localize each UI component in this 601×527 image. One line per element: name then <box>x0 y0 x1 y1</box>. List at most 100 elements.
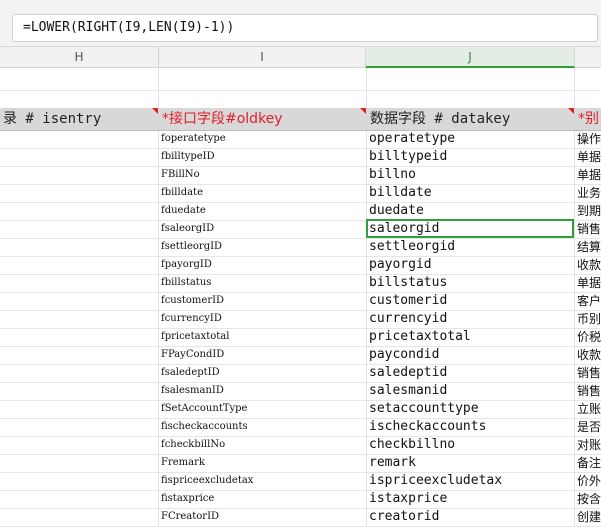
header-cell-oldkey[interactable]: *接口字段#oldkey <box>159 108 366 130</box>
cell-i[interactable]: fsalesmanID <box>161 382 224 400</box>
cell-k[interactable]: 到期 <box>577 202 601 220</box>
cell-k[interactable]: 币别 <box>577 310 601 328</box>
cell-k[interactable]: 单据 <box>577 148 601 166</box>
table-row: fistaxprice istaxprice 按含 <box>0 490 601 509</box>
cell-i[interactable]: fcheckbillNo <box>161 436 225 454</box>
table-row: fischeckaccounts ischeckaccounts 是否 <box>0 418 601 437</box>
cell-k[interactable]: 价税 <box>577 328 601 346</box>
cell-i[interactable]: fbilltypeID <box>161 148 215 166</box>
table-row: FPayCondID paycondid 收款 <box>0 346 601 365</box>
selected-cell-indicator <box>366 219 574 238</box>
cell-k[interactable]: 按含 <box>577 490 601 508</box>
cell-j[interactable]: ispriceexcludetax <box>369 472 502 490</box>
cell-j[interactable]: paycondid <box>369 346 439 364</box>
cell-j[interactable]: checkbillno <box>369 436 455 454</box>
cell-j[interactable]: pricetaxtotal <box>369 328 471 346</box>
cell-i[interactable]: fpricetaxtotal <box>161 328 229 346</box>
cell-k[interactable]: 备注 <box>577 454 601 472</box>
cell-i[interactable]: fsettleorgID <box>161 238 222 256</box>
cell-i[interactable]: fbilldate <box>161 184 203 202</box>
comment-marker-icon <box>360 108 366 114</box>
column-header-j[interactable]: J <box>366 47 575 68</box>
cell-j[interactable]: billdate <box>369 184 432 202</box>
cell-k[interactable]: 立账 <box>577 400 601 418</box>
cell-i[interactable]: fistaxprice <box>161 490 214 508</box>
cell-k[interactable]: 单据 <box>577 166 601 184</box>
comment-marker-icon <box>152 108 158 114</box>
header-cell-isentry[interactable]: 录 # isentry <box>0 108 158 130</box>
table-row: fcustomerID customerid 客户 <box>0 292 601 311</box>
cell-i[interactable]: fispriceexcludetax <box>161 472 253 490</box>
field-header-row: 录 # isentry *接口字段#oldkey 数据字段 # datakey … <box>0 108 601 131</box>
cell-i[interactable]: FBillNo <box>161 166 200 184</box>
table-row: fbilltypeID billtypeid 单据 <box>0 148 601 167</box>
cell-k[interactable]: 价外 <box>577 472 601 490</box>
cell-i[interactable]: fbillstatus <box>161 274 211 292</box>
cell-k[interactable]: 销售 <box>577 220 601 238</box>
cell-j[interactable]: billtypeid <box>369 148 447 166</box>
cell-j[interactable]: setaccounttype <box>369 400 479 418</box>
formula-text: =LOWER(RIGHT(I9,LEN(I9)-1)) <box>23 20 235 35</box>
cell-k[interactable]: 是否 <box>577 418 601 436</box>
table-row: fpricetaxtotal pricetaxtotal 价税 <box>0 328 601 347</box>
cell-j[interactable]: operatetype <box>369 130 455 148</box>
cell-k[interactable]: 销售 <box>577 382 601 400</box>
cell-j[interactable]: currencyid <box>369 310 447 328</box>
cell-j[interactable]: settleorgid <box>369 238 455 256</box>
table-row: foperatetype operatetype 操作 <box>0 130 601 149</box>
cell-i[interactable]: fischeckaccounts <box>161 418 248 436</box>
table-row: FCreatorID creatorid 创建 <box>0 508 601 527</box>
cell-k[interactable]: 结算 <box>577 238 601 256</box>
table-row: fsettleorgID settleorgid 结算 <box>0 238 601 257</box>
cell-i[interactable]: Fremark <box>161 454 205 472</box>
empty-row[interactable] <box>0 68 601 91</box>
cell-i[interactable]: fSetAccountType <box>161 400 247 418</box>
cell-j[interactable]: istaxprice <box>369 490 447 508</box>
cell-i[interactable]: FPayCondID <box>161 346 224 364</box>
column-header-h[interactable]: H <box>0 47 159 68</box>
column-header-k[interactable] <box>575 47 601 68</box>
cell-j[interactable]: salesmanid <box>369 382 447 400</box>
cell-k[interactable]: 收款 <box>577 346 601 364</box>
cell-j[interactable]: duedate <box>369 202 424 220</box>
cell-k[interactable]: 操作 <box>577 130 601 148</box>
table-row: fispriceexcludetax ispriceexcludetax 价外 <box>0 472 601 491</box>
column-header-i[interactable]: I <box>159 47 366 68</box>
cell-i[interactable]: FCreatorID <box>161 508 219 526</box>
cell-k[interactable]: 单据 <box>577 274 601 292</box>
header-cell-alias[interactable]: *别 <box>575 108 601 130</box>
table-row: fbillstatus billstatus 单据 <box>0 274 601 293</box>
cell-i[interactable]: fsaledeptID <box>161 364 220 382</box>
table-row: fcurrencyID currencyid 币别 <box>0 310 601 329</box>
cell-k[interactable]: 对账 <box>577 436 601 454</box>
formula-input[interactable]: =LOWER(RIGHT(I9,LEN(I9)-1)) <box>12 14 598 42</box>
cell-i[interactable]: foperatetype <box>161 130 226 148</box>
table-row: fsaledeptID saledeptid 销售 <box>0 364 601 383</box>
table-row: fcheckbillNo checkbillno 对账 <box>0 436 601 455</box>
cell-j[interactable]: remark <box>369 454 416 472</box>
cell-i[interactable]: fcurrencyID <box>161 310 222 328</box>
table-row: fSetAccountType setaccounttype 立账 <box>0 400 601 419</box>
cell-j[interactable]: billstatus <box>369 274 447 292</box>
cell-j[interactable]: creatorid <box>369 508 439 526</box>
cell-j[interactable]: payorgid <box>369 256 432 274</box>
cell-i[interactable]: fcustomerID <box>161 292 224 310</box>
cell-k[interactable]: 创建 <box>577 508 601 526</box>
cell-k[interactable]: 销售 <box>577 364 601 382</box>
cell-i[interactable]: fduedate <box>161 202 206 220</box>
cell-k[interactable]: 业务 <box>577 184 601 202</box>
cell-j[interactable]: customerid <box>369 292 447 310</box>
formula-bar: =LOWER(RIGHT(I9,LEN(I9)-1)) <box>0 0 601 47</box>
empty-row[interactable] <box>0 90 601 109</box>
cell-j[interactable]: billno <box>369 166 416 184</box>
cell-k[interactable]: 收款 <box>577 256 601 274</box>
cell-j[interactable]: saledeptid <box>369 364 447 382</box>
table-row: fsalesmanID salesmanid 销售 <box>0 382 601 401</box>
comment-marker-icon <box>568 108 574 114</box>
header-cell-datakey[interactable]: 数据字段 # datakey <box>367 108 574 130</box>
cell-k[interactable]: 客户 <box>577 292 601 310</box>
cell-i[interactable]: fsaleorgID <box>161 220 214 238</box>
table-row: fbilldate billdate 业务 <box>0 184 601 203</box>
cell-i[interactable]: fpayorgID <box>161 256 212 274</box>
cell-j[interactable]: ischeckaccounts <box>369 418 486 436</box>
